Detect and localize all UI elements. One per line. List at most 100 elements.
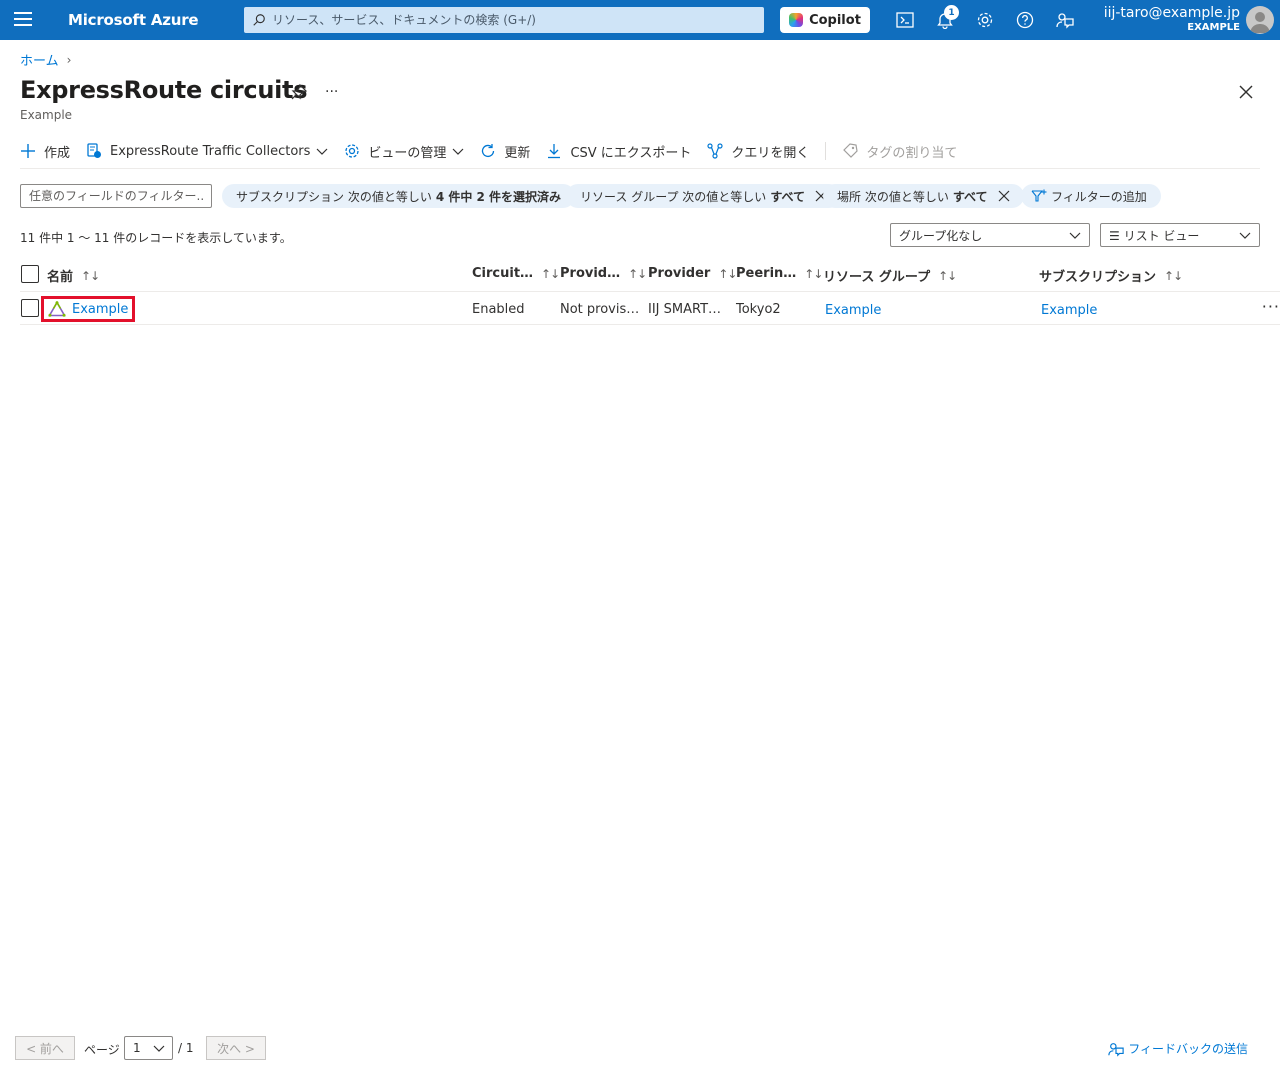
row-checkbox[interactable] — [21, 299, 39, 317]
location-filter-value: すべて — [952, 189, 988, 204]
page-total: / 1 — [178, 1041, 194, 1055]
column-label: Circuit… — [472, 266, 534, 281]
page-label: ページ — [84, 1043, 120, 1057]
search-input[interactable] — [272, 13, 752, 27]
feedback-icon — [1108, 1042, 1124, 1057]
column-header-name[interactable]: 名前 ↑↓ — [47, 266, 100, 286]
copilot-button[interactable]: Copilot — [780, 7, 870, 33]
column-label: Peerin… — [736, 266, 797, 281]
row-more-icon[interactable]: ··· — [1262, 297, 1280, 316]
refresh-icon — [482, 144, 495, 158]
table-header: 名前 ↑↓ Circuit… ↑↓ Provid… ↑↓ Provider ↑↓ Pee… — [20, 262, 1280, 292]
provider-cell: IIJ SMART… — [648, 302, 722, 317]
subscription-filter-prefix: サブスクリプション 次の値と等しい — [236, 189, 432, 204]
create-button[interactable]: 作成 — [20, 142, 70, 161]
column-header-provider-status[interactable]: Provid… ↑↓ — [560, 266, 647, 281]
expressroute-icon — [48, 301, 66, 317]
sort-icon: ↑↓ — [1164, 268, 1183, 283]
send-feedback-label: フィードバックの送信 — [1128, 1042, 1248, 1056]
column-header-provider[interactable]: Provider ↑↓ — [648, 266, 737, 281]
tag-icon — [843, 143, 859, 158]
settings-icon[interactable] — [975, 10, 995, 30]
export-csv-label: CSV にエクスポート — [570, 145, 692, 161]
subscription-filter-pill[interactable]: サブスクリプション 次の値と等しい 4 件中 2 件を選択済み — [222, 184, 576, 208]
grouping-dropdown[interactable]: グループ化なし — [890, 223, 1090, 247]
account-email: iij-taro@example.jp — [1103, 5, 1240, 21]
table-row: Example Enabled Not provis… IIJ SMART… T… — [20, 293, 1280, 325]
export-csv-button[interactable]: CSV にエクスポート — [546, 142, 691, 161]
resource-group-filter-pill[interactable]: リソース グループ 次の値と等しい すべて — [566, 184, 841, 208]
add-filter-icon — [1031, 189, 1047, 202]
open-query-button[interactable]: クエリを開く — [707, 142, 809, 161]
global-search[interactable] — [244, 7, 764, 33]
breadcrumb: ホーム › — [20, 50, 71, 70]
open-query-label: クエリを開く — [731, 145, 810, 161]
account-info[interactable]: iij-taro@example.jp EXAMPLE — [1104, 5, 1240, 34]
resource-group-filter-prefix: リソース グループ 次の値と等しい — [580, 189, 767, 204]
chevron-down-icon — [1239, 232, 1251, 239]
help-icon[interactable] — [1015, 10, 1035, 30]
search-icon — [253, 14, 265, 26]
sort-icon: ↑↓ — [938, 268, 957, 283]
more-icon[interactable]: ··· — [325, 84, 338, 100]
sort-icon: ↑↓ — [718, 266, 737, 281]
column-header-circuit-status[interactable]: Circuit… ↑↓ — [472, 266, 560, 281]
prev-page-button[interactable]: < 前へ — [15, 1036, 75, 1060]
toolbar-divider-line — [20, 168, 1260, 169]
cloud-shell-icon[interactable] — [895, 10, 915, 30]
feedback-icon[interactable] — [1055, 10, 1075, 30]
send-feedback-link[interactable]: フィードバックの送信 — [1108, 1040, 1248, 1057]
refresh-label: 更新 — [504, 145, 531, 161]
column-header-peering-location[interactable]: Peerin… ↑↓ — [736, 266, 823, 281]
chevron-down-icon — [452, 148, 464, 155]
refresh-button[interactable]: 更新 — [480, 142, 530, 161]
pin-icon[interactable] — [290, 83, 308, 101]
column-header-resource-group[interactable]: リソース グループ ↑↓ — [823, 266, 957, 286]
manage-view-button[interactable]: ビューの管理 — [344, 142, 464, 161]
chevron-down-icon — [153, 1045, 165, 1052]
view-value: ☰ リスト ビュー — [1109, 228, 1200, 243]
traffic-collectors-label: ExpressRoute Traffic Collectors — [110, 143, 311, 159]
close-icon[interactable] — [1238, 84, 1254, 100]
column-header-subscription[interactable]: サブスクリプション ↑↓ — [1039, 266, 1183, 286]
avatar[interactable] — [1246, 6, 1274, 34]
column-label: Provid… — [560, 266, 621, 281]
add-filter-button[interactable]: フィルターの追加 — [1021, 184, 1161, 208]
traffic-collectors-button[interactable]: ExpressRoute Traffic Collectors — [86, 143, 328, 159]
subscription-link[interactable]: Example — [1041, 303, 1097, 318]
next-page-button[interactable]: 次へ > — [206, 1036, 266, 1060]
gear-icon — [345, 144, 360, 158]
sort-icon: ↑↓ — [81, 268, 100, 283]
page-title: ExpressRoute circuits — [20, 76, 308, 104]
view-dropdown[interactable]: ☰ リスト ビュー — [1100, 223, 1260, 247]
query-icon — [707, 143, 724, 159]
sort-icon: ↑↓ — [628, 266, 647, 281]
menu-icon[interactable] — [14, 12, 32, 28]
field-filter-input[interactable] — [20, 184, 212, 208]
column-label: 名前 — [47, 270, 74, 285]
account-tenant: EXAMPLE — [1187, 22, 1240, 33]
resource-group-link[interactable]: Example — [825, 303, 881, 318]
chevron-down-icon — [1069, 232, 1081, 239]
close-icon[interactable] — [998, 190, 1010, 202]
sort-icon: ↑↓ — [804, 266, 823, 281]
location-filter-pill[interactable]: 場所 次の値と等しい すべて — [823, 184, 1024, 208]
brand-title[interactable]: Microsoft Azure — [68, 11, 199, 29]
sort-icon: ↑↓ — [541, 266, 560, 281]
manage-view-label: ビューの管理 — [368, 145, 447, 161]
page-select[interactable]: 1 — [124, 1036, 173, 1060]
column-label: リソース グループ — [823, 270, 931, 285]
resource-name-link[interactable]: Example — [41, 296, 136, 322]
grouping-value: グループ化なし — [899, 228, 983, 243]
record-count: 11 件中 1 ～ 11 件のレコードを表示しています。 — [20, 231, 292, 245]
top-bar: Microsoft Azure Copilot 1 iij-taro@examp… — [0, 0, 1280, 40]
add-filter-label: フィルターの追加 — [1051, 189, 1147, 204]
resource-group-filter-value: すべて — [770, 189, 805, 204]
breadcrumb-home[interactable]: ホーム — [20, 50, 59, 69]
assign-tags-button[interactable]: タグの割り当て — [842, 142, 957, 161]
resource-name: Example — [72, 301, 129, 317]
select-all-checkbox[interactable] — [21, 265, 39, 283]
download-icon — [548, 144, 561, 159]
traffic-collector-icon — [87, 143, 102, 158]
peering-location-cell: Tokyo2 — [736, 302, 781, 317]
